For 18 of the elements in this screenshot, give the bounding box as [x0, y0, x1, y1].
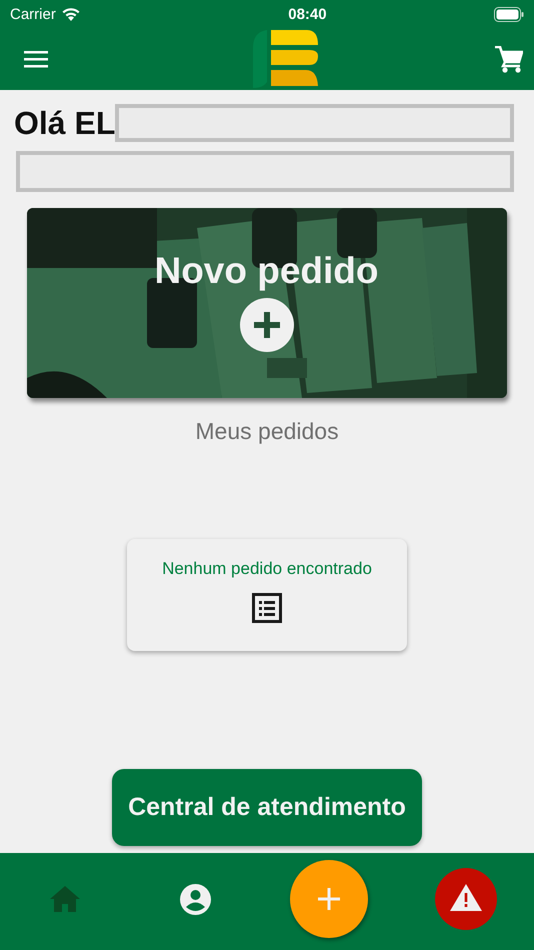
cart-icon[interactable]	[495, 46, 523, 72]
clock-time: 08:40	[288, 6, 327, 22]
new-order-card[interactable]: Novo pedido	[26, 208, 506, 398]
support-button[interactable]: Central de atendimento	[112, 769, 422, 846]
alert-button[interactable]	[435, 868, 497, 930]
empty-message: Nenhum pedido encontrado	[162, 559, 372, 579]
section-title: Meus pedidos	[195, 418, 339, 445]
plus-icon	[240, 298, 294, 352]
logo-icon	[251, 28, 321, 90]
add-button[interactable]	[290, 860, 368, 938]
carrier-label: Carrier	[10, 6, 56, 22]
menu-icon[interactable]	[24, 50, 49, 68]
greeting-text: Olá EL	[14, 104, 116, 142]
profile-icon[interactable]	[180, 884, 210, 914]
card-title: Novo pedido	[154, 250, 379, 292]
battery-icon	[494, 6, 524, 22]
list-icon	[252, 593, 282, 623]
wifi-icon	[60, 6, 81, 22]
